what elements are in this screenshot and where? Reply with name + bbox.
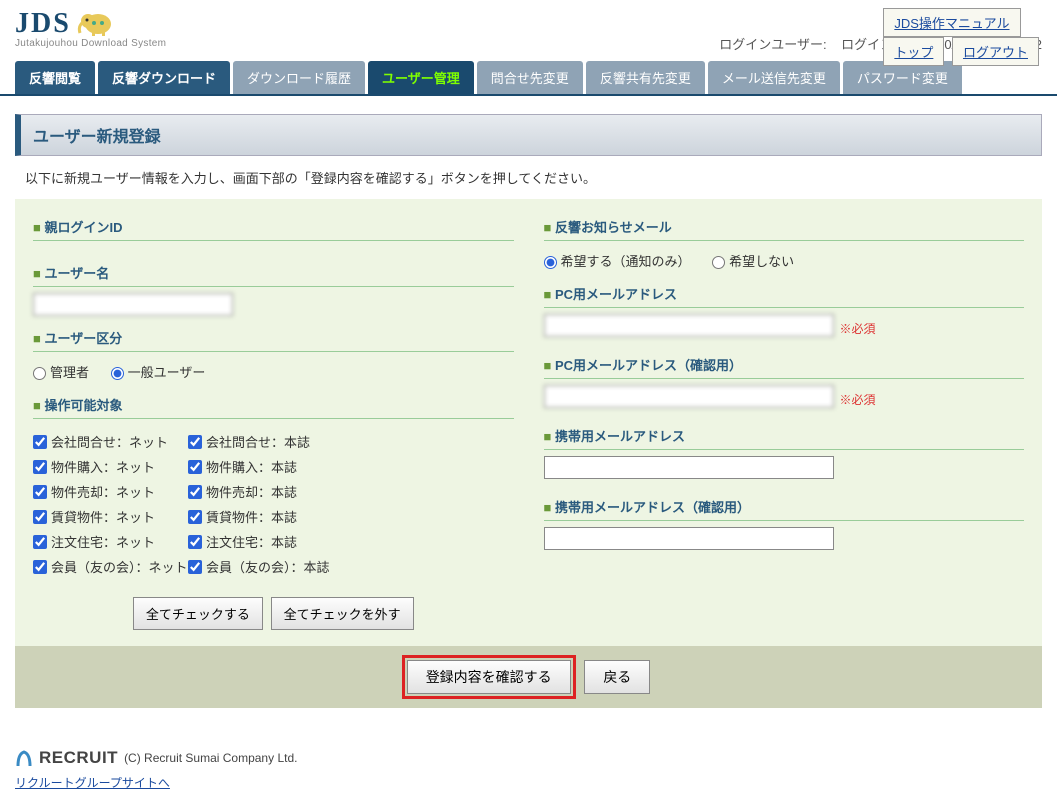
radio-admin[interactable]: 管理者 xyxy=(33,365,89,380)
check-item[interactable]: 注文住宅：本誌 xyxy=(188,532,297,551)
company-name-blurred xyxy=(552,8,622,28)
mobile-mail-confirm-input[interactable] xyxy=(544,527,834,550)
label-pc-mail-confirm: PC用メールアドレス（確認用） xyxy=(544,349,1025,379)
check-all-button[interactable]: 全てチェックする xyxy=(133,597,263,630)
instruction-text: 以下に新規ユーザー情報を入力し、画面下部の「登録内容を確認する」ボタンを押してく… xyxy=(0,168,1057,199)
label-mobile-mail: 携帯用メールアドレス xyxy=(544,420,1025,450)
label-target: 操作可能対象 xyxy=(33,389,514,419)
check-item[interactable]: 会員（友の会）：ネット xyxy=(33,557,188,576)
logout-link[interactable]: ログアウト xyxy=(952,37,1039,66)
footer-group-link[interactable]: リクルートグループサイトへ xyxy=(15,774,170,791)
confirm-button[interactable]: 登録内容を確認する xyxy=(407,660,571,694)
footer-brand: RECRUIT xyxy=(39,748,118,768)
tab-share-change[interactable]: 反響共有先変更 xyxy=(586,61,705,94)
check-item[interactable]: 賃貸物件：ネット xyxy=(33,507,188,526)
check-item[interactable]: 物件購入：本誌 xyxy=(188,457,297,476)
page-title: ユーザー新規登録 xyxy=(15,114,1042,156)
pc-mail-confirm-input[interactable] xyxy=(544,385,834,408)
tab-hankyo-etsuran[interactable]: 反響閲覧 xyxy=(15,61,95,94)
tab-inquiry-change[interactable]: 問合せ先変更 xyxy=(477,61,583,94)
logo-elephant-icon xyxy=(76,9,116,40)
check-item[interactable]: 会員（友の会）：本誌 xyxy=(188,557,330,576)
radio-notice-no[interactable]: 希望しない xyxy=(712,254,794,269)
main-nav: 反響閲覧 反響ダウンロード ダウンロード履歴 ユーザー管理 問合せ先変更 反響共… xyxy=(0,61,1057,96)
top-link[interactable]: トップ xyxy=(883,37,944,66)
tab-download-history[interactable]: ダウンロード履歴 xyxy=(233,61,365,94)
form-area: 親ログインID ユーザー名 ユーザー区分 管理者 一般ユーザー 操作可能対象 会… xyxy=(15,199,1042,646)
radio-general[interactable]: 一般ユーザー xyxy=(111,365,206,380)
footer-logo: RECRUIT (C) Recruit Sumai Company Ltd. xyxy=(15,748,1042,768)
parent-id-value xyxy=(33,247,514,257)
required-mark: ※必須 xyxy=(840,391,876,408)
logo-text: JDS xyxy=(15,8,71,40)
check-item[interactable]: 物件売却：ネット xyxy=(33,482,188,501)
check-item[interactable]: 会社問合せ：ネット xyxy=(33,432,188,451)
label-mobile-mail-confirm: 携帯用メールアドレス（確認用） xyxy=(544,491,1025,521)
check-item[interactable]: 物件売却：本誌 xyxy=(188,482,297,501)
label-user-kubun: ユーザー区分 xyxy=(33,322,514,352)
label-username: ユーザー名 xyxy=(33,257,514,287)
pc-mail-input[interactable] xyxy=(544,314,834,337)
recruit-icon xyxy=(15,748,33,768)
manual-link[interactable]: JDS操作マニュアル xyxy=(883,8,1020,37)
submit-bar: 登録内容を確認する 戻る xyxy=(15,646,1042,708)
back-button[interactable]: 戻る xyxy=(584,660,650,694)
uncheck-all-button[interactable]: 全てチェックを外す xyxy=(271,597,414,630)
required-mark: ※必須 xyxy=(840,320,876,337)
check-item[interactable]: 賃貸物件：本誌 xyxy=(188,507,297,526)
username-input[interactable] xyxy=(33,293,233,316)
label-notice-mail: 反響お知らせメール xyxy=(544,211,1025,241)
mobile-mail-input[interactable] xyxy=(544,456,834,479)
check-item[interactable]: 物件購入：ネット xyxy=(33,457,188,476)
label-pc-mail: PC用メールアドレス xyxy=(544,278,1025,308)
footer-copyright: (C) Recruit Sumai Company Ltd. xyxy=(124,751,297,765)
logo-subtitle: Jutakujouhou Download System xyxy=(15,38,166,49)
check-item[interactable]: 会社問合せ：本誌 xyxy=(188,432,310,451)
tab-mail-change[interactable]: メール送信先変更 xyxy=(708,61,840,94)
tab-user-manage[interactable]: ユーザー管理 xyxy=(368,61,474,94)
logo: JDS Jutakujouhou Download System xyxy=(15,8,166,49)
radio-notice-yes[interactable]: 希望する（通知のみ） xyxy=(544,254,691,269)
tab-hankyo-download[interactable]: 反響ダウンロード xyxy=(98,61,230,94)
check-item[interactable]: 注文住宅：ネット xyxy=(33,532,188,551)
label-parent-id: 親ログインID xyxy=(33,211,514,241)
